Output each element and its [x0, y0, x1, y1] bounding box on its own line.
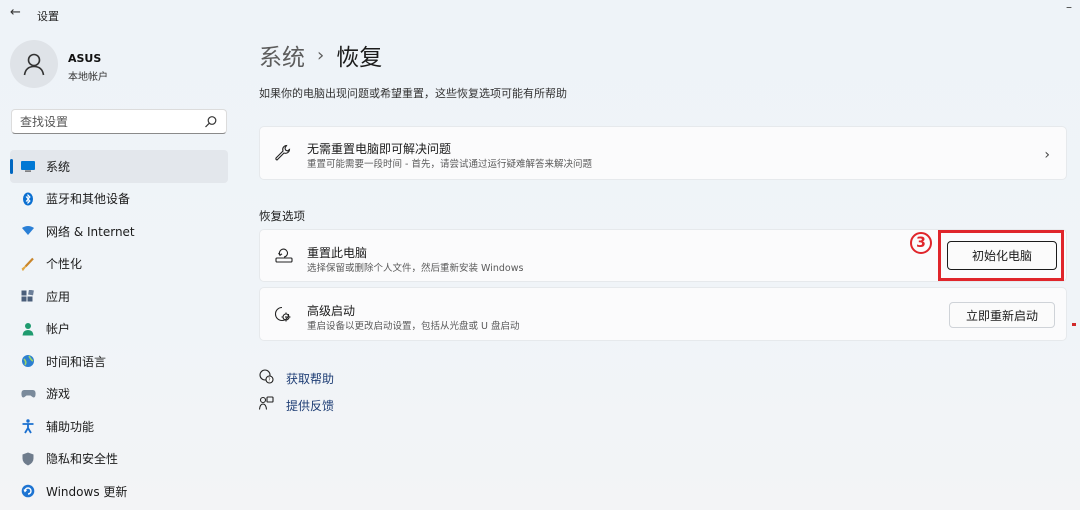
advanced-startup-icon — [274, 305, 292, 327]
page-title: 恢复 — [336, 45, 383, 71]
give-feedback-label: 提供反馈 — [286, 399, 335, 413]
user-profile[interactable]: ASUS 本地帐户 — [10, 40, 230, 90]
minimize-button[interactable]: – — [1066, 0, 1072, 14]
troubleshoot-subtitle: 重置可能需要一段时间 - 首先，请尝试通过运行疑难解答来解决问题 — [307, 159, 592, 170]
sidebar-item-gaming[interactable]: 游戏 — [10, 378, 228, 411]
sidebar-item-windows-update[interactable]: Windows 更新 — [10, 475, 228, 508]
advanced-startup-subtitle: 重启设备以更改启动设置，包括从光盘或 U 盘启动 — [307, 321, 520, 332]
highlight-box — [938, 230, 1064, 281]
section-heading: 恢复选项 — [259, 209, 305, 223]
breadcrumb: 系统 › 恢复 — [259, 38, 382, 72]
app-title: 设置 — [37, 10, 59, 23]
reset-pc-icon — [274, 246, 294, 268]
page-description: 如果你的电脑出现问题或希望重置，这些恢复选项可能有所帮助 — [259, 87, 567, 100]
sidebar-item-label: 个性化 — [46, 257, 83, 272]
sidebar-item-accessibility[interactable]: 辅助功能 — [10, 410, 228, 443]
sidebar-item-label: 帐户 — [46, 322, 71, 337]
feedback-icon — [258, 396, 274, 415]
time-language-icon — [20, 353, 36, 369]
sidebar-item-privacy[interactable]: 隐私和安全性 — [10, 443, 228, 476]
troubleshoot-title: 无需重置电脑即可解决问题 — [307, 142, 452, 156]
user-avatar-icon — [23, 53, 45, 76]
chevron-right-icon: › — [1044, 147, 1050, 163]
apps-icon — [20, 288, 36, 304]
search-icon[interactable] — [204, 114, 218, 133]
breadcrumb-root[interactable]: 系统 — [259, 38, 305, 72]
sidebar-item-label: 应用 — [46, 289, 71, 304]
sidebar-item-personalization[interactable]: 个性化 — [10, 248, 228, 281]
wrench-icon — [274, 144, 292, 166]
sidebar-item-apps[interactable]: 应用 — [10, 280, 228, 313]
reset-pc-title: 重置此电脑 — [307, 246, 368, 260]
get-help-label: 获取帮助 — [286, 372, 335, 386]
svg-text:?: ? — [268, 377, 271, 383]
system-icon — [20, 158, 36, 174]
sidebar-item-time-language[interactable]: 时间和语言 — [10, 345, 228, 378]
advanced-startup-title: 高级启动 — [307, 304, 356, 318]
search-input[interactable] — [12, 110, 192, 133]
sidebar-item-label: 时间和语言 — [46, 354, 107, 369]
sidebar: ASUS 本地帐户 系统 蓝牙和其他设备 网络 & Internet — [0, 28, 240, 510]
sidebar-item-network[interactable]: 网络 & Internet — [10, 215, 228, 248]
sidebar-item-label: 网络 & Internet — [46, 224, 135, 239]
privacy-shield-icon — [20, 451, 36, 467]
sidebar-item-label: 游戏 — [46, 387, 71, 402]
personalization-icon — [20, 256, 36, 272]
network-icon — [20, 223, 36, 239]
search-box[interactable] — [11, 109, 227, 134]
sidebar-item-label: 系统 — [46, 159, 71, 174]
sidebar-nav: 系统 蓝牙和其他设备 网络 & Internet 个性化 应用 帐户 时间和语言… — [10, 150, 228, 508]
sidebar-item-label: 蓝牙和其他设备 — [46, 192, 131, 207]
help-icon: ? — [259, 369, 274, 388]
sidebar-item-accounts[interactable]: 帐户 — [10, 313, 228, 346]
troubleshoot-card[interactable]: 无需重置电脑即可解决问题 重置可能需要一段时间 - 首先，请尝试通过运行疑难解答… — [259, 126, 1067, 180]
restart-now-button[interactable]: 立即重新启动 — [949, 302, 1055, 328]
title-bar: ← 设置 – — [0, 0, 1080, 28]
windows-update-icon — [20, 483, 36, 499]
bluetooth-icon — [20, 191, 36, 207]
get-help-link[interactable]: ? 获取帮助 — [259, 369, 334, 388]
sidebar-item-system[interactable]: 系统 — [10, 150, 228, 183]
step-number-badge: 3 — [910, 232, 932, 254]
accounts-icon — [20, 321, 36, 337]
red-mark — [1072, 323, 1076, 326]
sidebar-item-bluetooth[interactable]: 蓝牙和其他设备 — [10, 183, 228, 216]
sidebar-item-label: 辅助功能 — [46, 419, 95, 434]
breadcrumb-separator-icon: › — [317, 44, 325, 66]
back-arrow-icon[interactable]: ← — [10, 5, 21, 20]
accessibility-icon — [20, 418, 36, 434]
account-type: 本地帐户 — [68, 72, 108, 83]
give-feedback-link[interactable]: 提供反馈 — [258, 396, 335, 415]
sidebar-item-label: 隐私和安全性 — [46, 452, 119, 467]
user-name: ASUS — [68, 52, 102, 65]
reset-pc-subtitle: 选择保留或删除个人文件，然后重新安装 Windows — [307, 263, 524, 274]
advanced-startup-card: 高级启动 重启设备以更改启动设置，包括从光盘或 U 盘启动 — [259, 287, 1067, 341]
sidebar-item-label: Windows 更新 — [46, 484, 128, 499]
gaming-icon — [20, 386, 36, 402]
avatar — [10, 40, 58, 88]
